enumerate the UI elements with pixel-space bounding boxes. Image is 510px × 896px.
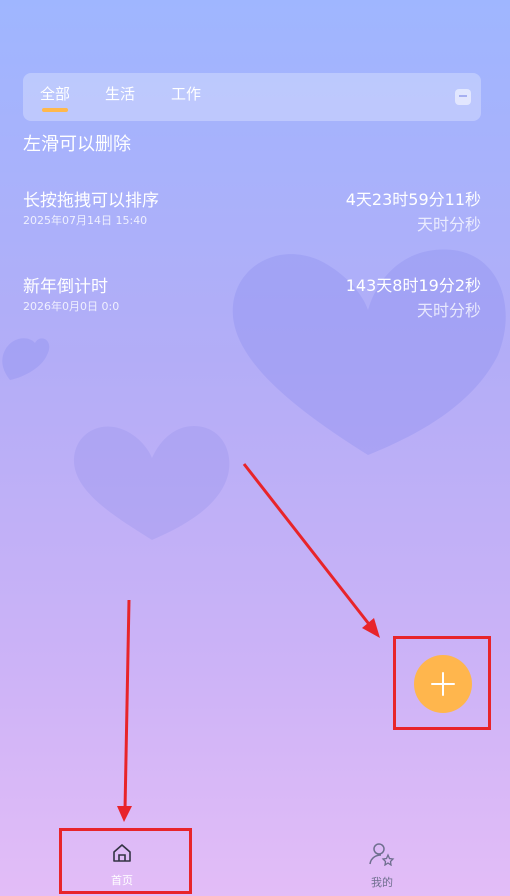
annotation-arrows xyxy=(117,463,380,822)
user-icon xyxy=(369,843,395,867)
nav-mine-label: 我的 xyxy=(371,876,393,889)
annotation-box-add xyxy=(393,636,491,730)
annotation-box-home xyxy=(59,828,192,894)
nav-mine[interactable]: 我的 xyxy=(342,842,422,890)
